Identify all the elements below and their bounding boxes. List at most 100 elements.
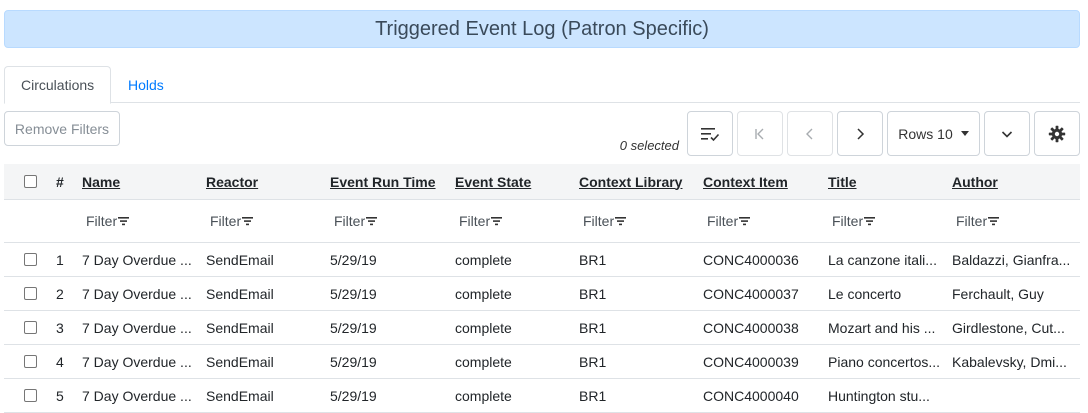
- column-select-icon: [701, 127, 720, 141]
- filter-reactor[interactable]: Filter: [210, 200, 328, 242]
- rows-per-page-dropdown[interactable]: Rows 10: [887, 111, 980, 156]
- remove-filters-button[interactable]: Remove Filters: [4, 111, 120, 146]
- cell-item: CONC4000036: [703, 251, 799, 268]
- row-checkbox[interactable]: [24, 287, 37, 300]
- prev-page-button[interactable]: [787, 111, 833, 156]
- row-checkbox[interactable]: [24, 355, 37, 368]
- filter-context-library[interactable]: Filter: [583, 200, 701, 242]
- cell-title: Piano concertos...: [828, 353, 940, 370]
- settings-button[interactable]: [1034, 111, 1080, 156]
- filter-icon: [864, 217, 876, 226]
- grid-filter-row: Filter Filter Filter Filter Filter Filter Filt…: [4, 200, 1080, 243]
- table-row[interactable]: 4 7 Day Overdue ... SendEmail 5/29/19 comple…: [4, 345, 1080, 379]
- cell-state: complete: [455, 285, 512, 302]
- cell-run-time: 5/29/19: [330, 285, 377, 302]
- row-number-header: #: [56, 173, 64, 190]
- cell-run-time: 5/29/19: [330, 319, 377, 336]
- row-number: 5: [56, 387, 64, 404]
- cell-title: Mozart and his ...: [828, 319, 936, 336]
- filter-label-text: Filter: [583, 213, 615, 229]
- cell-item: CONC4000037: [703, 285, 799, 302]
- grid-header-row: # Name Reactor Event Run Time Event Stat…: [4, 164, 1080, 200]
- tab-holds[interactable]: Holds: [112, 66, 180, 103]
- row-checkbox[interactable]: [24, 253, 37, 266]
- cell-title: Le concerto: [828, 285, 902, 302]
- tab-circulations-label: Circulations: [21, 77, 95, 93]
- cell-library: BR1: [579, 387, 607, 404]
- column-header-context-library[interactable]: Context Library: [579, 164, 697, 199]
- cell-title: Huntington stu...: [828, 387, 930, 404]
- row-select-cell: [24, 243, 40, 276]
- filter-label: Filter: [707, 213, 751, 229]
- column-header-name[interactable]: Name: [82, 164, 200, 199]
- chevron-down-icon: [1001, 130, 1013, 138]
- cell-name: 7 Day Overdue ...: [82, 285, 192, 302]
- next-page-button[interactable]: [837, 111, 883, 156]
- row-select-cell: [24, 379, 40, 412]
- column-header-event-state[interactable]: Event State: [455, 164, 573, 199]
- row-select-cell: [24, 277, 40, 310]
- cell-reactor: SendEmail: [206, 285, 274, 302]
- cell-reactor: SendEmail: [206, 387, 274, 404]
- table-row[interactable]: 5 7 Day Overdue ... SendEmail 5/29/19 comple…: [4, 379, 1080, 413]
- column-header-context-item[interactable]: Context Item: [703, 164, 821, 199]
- prev-page-icon: [806, 128, 813, 139]
- cell-state: complete: [455, 353, 512, 370]
- filter-icon: [242, 217, 254, 226]
- cell-state: complete: [455, 319, 512, 336]
- cell-library: BR1: [579, 285, 607, 302]
- cell-library: BR1: [579, 251, 607, 268]
- cell-library: BR1: [579, 353, 607, 370]
- column-header-reactor[interactable]: Reactor: [206, 164, 324, 199]
- column-header-event-run-time[interactable]: Event Run Time: [330, 164, 448, 199]
- row-number: 2: [56, 285, 64, 302]
- column-header-author[interactable]: Author: [952, 164, 1076, 199]
- filter-label-text: Filter: [832, 213, 864, 229]
- select-all-cell: [24, 164, 40, 199]
- page-title: Triggered Event Log (Patron Specific): [375, 17, 709, 40]
- cell-author: Kabalevsky, Dmi...: [952, 353, 1067, 370]
- page-title-banner: Triggered Event Log (Patron Specific): [4, 10, 1080, 48]
- filter-label: Filter: [86, 213, 130, 229]
- cell-run-time: 5/29/19: [330, 387, 377, 404]
- cell-reactor: SendEmail: [206, 353, 274, 370]
- column-select-button[interactable]: [687, 111, 733, 156]
- filter-icon: [988, 217, 1000, 226]
- filter-author[interactable]: Filter: [956, 200, 1074, 242]
- cell-reactor: SendEmail: [206, 319, 274, 336]
- filter-label: Filter: [832, 213, 876, 229]
- expand-button[interactable]: [984, 111, 1030, 156]
- first-page-icon: [755, 128, 764, 139]
- filter-label: Filter: [956, 213, 1000, 229]
- cell-name: 7 Day Overdue ...: [82, 251, 192, 268]
- cell-run-time: 5/29/19: [330, 251, 377, 268]
- filter-label-text: Filter: [956, 213, 988, 229]
- filter-label-text: Filter: [334, 213, 366, 229]
- table-row[interactable]: 3 7 Day Overdue ... SendEmail 5/29/19 comple…: [4, 311, 1080, 345]
- filter-event-run-time[interactable]: Filter: [334, 200, 452, 242]
- select-all-checkbox[interactable]: [24, 175, 37, 188]
- tab-circulations[interactable]: Circulations: [4, 66, 112, 104]
- cell-author: Girdlestone, Cut...: [952, 319, 1065, 336]
- row-checkbox[interactable]: [24, 389, 37, 402]
- tab-bar: Circulations Holds: [4, 66, 1080, 104]
- cell-run-time: 5/29/19: [330, 353, 377, 370]
- table-row[interactable]: 2 7 Day Overdue ... SendEmail 5/29/19 comple…: [4, 277, 1080, 311]
- filter-context-item[interactable]: Filter: [707, 200, 825, 242]
- filter-label-text: Filter: [459, 213, 491, 229]
- filter-title[interactable]: Filter: [832, 200, 950, 242]
- filter-icon: [615, 217, 627, 226]
- filter-event-state[interactable]: Filter: [459, 200, 577, 242]
- column-header-title[interactable]: Title: [828, 164, 946, 199]
- cell-item: CONC4000038: [703, 319, 799, 336]
- cell-item: CONC4000040: [703, 387, 799, 404]
- row-checkbox[interactable]: [24, 321, 37, 334]
- cell-name: 7 Day Overdue ...: [82, 319, 192, 336]
- tab-holds-label: Holds: [128, 76, 164, 93]
- cell-state: complete: [455, 251, 512, 268]
- filter-label: Filter: [334, 213, 378, 229]
- table-row[interactable]: 1 7 Day Overdue ... SendEmail 5/29/19 comple…: [4, 243, 1080, 277]
- filter-name[interactable]: Filter: [86, 200, 204, 242]
- filter-label-text: Filter: [86, 213, 118, 229]
- first-page-button[interactable]: [737, 111, 783, 156]
